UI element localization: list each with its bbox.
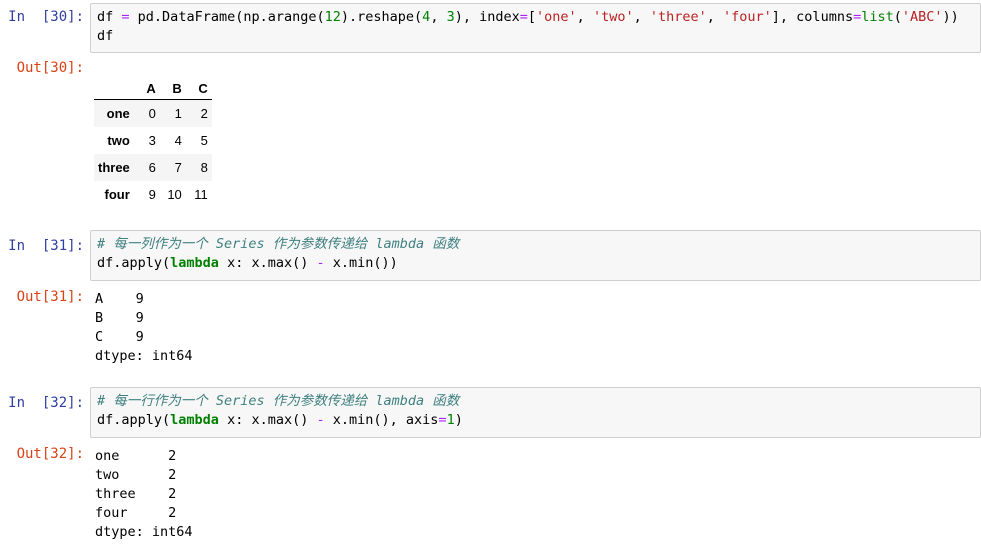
code-token: x: x.max() <box>218 255 317 271</box>
series-output-32: one 2 two 2 three 2 four 2 dtype: int64 <box>95 448 193 540</box>
table-cell: 8 <box>200 160 208 175</box>
table-row: two 3 4 5 <box>94 127 212 154</box>
table-row: four 9 10 11 <box>94 181 212 208</box>
code-line: df.apply(lambda x: x.max() - x.min(), ax… <box>97 411 974 430</box>
table-cell: 1 <box>174 106 182 121</box>
code-token: 12 <box>324 9 341 25</box>
code-token: ).reshape( <box>340 9 423 25</box>
code-token: , <box>576 9 593 25</box>
table-cell: 5 <box>200 133 208 148</box>
code-token: df <box>97 9 114 25</box>
code-token: , <box>706 9 724 25</box>
code-token: df.apply( <box>97 412 171 428</box>
code-token: 'one' <box>536 9 577 25</box>
code-token: 'four' <box>723 9 772 25</box>
code-token: [ <box>527 9 537 25</box>
table-cell: 11 <box>194 187 208 202</box>
index-header <box>94 77 134 100</box>
code-token: = <box>438 412 447 428</box>
code-token: ) <box>454 412 463 428</box>
series-output-31: A 9 B 9 C 9 dtype: int64 <box>95 291 193 364</box>
code-token: lambda <box>170 255 219 271</box>
code-comment-line: # 每一行作为一个 Series 作为参数传递给 lambda 函数 <box>97 393 460 409</box>
code-token: ), index <box>454 9 520 25</box>
code-token: )) <box>942 9 959 25</box>
code-token: 'ABC' <box>901 9 943 25</box>
code-token: 1 <box>446 412 455 428</box>
code-comment-line: # 每一列作为一个 Series 作为参数传递给 lambda 函数 <box>97 236 460 252</box>
code-token: - <box>316 255 325 271</box>
code-token: - <box>316 412 325 428</box>
code-input-cell-31[interactable]: # 每一列作为一个 Series 作为参数传递给 lambda 函数 df.ap… <box>90 230 981 281</box>
code-token: = <box>121 9 130 25</box>
code-line: df.apply(lambda x: x.max() - x.min()) <box>97 254 974 273</box>
code-token: = <box>853 9 862 25</box>
code-token: 'three' <box>649 9 707 25</box>
input-prompt-30: In [30]: <box>8 9 84 25</box>
output-prompt-30: Out[30]: <box>16 60 84 76</box>
table-row: one 0 1 2 <box>94 99 212 127</box>
output-prompt-32: Out[32]: <box>16 446 84 462</box>
code-token: = <box>519 9 528 25</box>
row-index: four <box>104 187 130 202</box>
row-index: two <box>107 133 130 148</box>
code-token: 'two' <box>592 9 634 25</box>
table-cell: 3 <box>148 133 156 148</box>
row-index: three <box>98 160 130 175</box>
table-cell: 7 <box>174 160 182 175</box>
code-token: list <box>861 9 894 25</box>
code-token: x: x.max() <box>218 412 317 428</box>
table-cell: 10 <box>167 187 182 202</box>
code-line: df = pd.DataFrame(np.arange(12).reshape(… <box>97 8 974 27</box>
table-cell: 9 <box>148 187 156 202</box>
column-header: A <box>133 77 160 100</box>
table-cell: 4 <box>174 133 182 148</box>
row-index: one <box>106 106 130 121</box>
code-token: , <box>633 9 650 25</box>
input-prompt-32: In [32]: <box>8 395 84 411</box>
column-header: C <box>185 77 212 100</box>
code-line: df <box>97 28 114 44</box>
output-prompt-31: Out[31]: <box>16 289 84 305</box>
column-header: B <box>159 77 186 100</box>
code-input-cell-30[interactable]: df = pd.DataFrame(np.arange(12).reshape(… <box>90 3 981 53</box>
table-cell: 2 <box>200 106 208 121</box>
code-token: x.min()) <box>324 255 398 271</box>
dataframe-output-table: A B C one 0 1 2 two 3 4 5 three 6 7 8 fo… <box>94 77 212 208</box>
input-prompt-31: In [31]: <box>8 238 84 254</box>
code-token: x.min(), axis <box>324 412 439 428</box>
code-token: lambda <box>170 412 219 428</box>
code-input-cell-32[interactable]: # 每一行作为一个 Series 作为参数传递给 lambda 函数 df.ap… <box>90 387 981 438</box>
table-cell: 6 <box>148 160 156 175</box>
table-cell: 0 <box>148 106 156 121</box>
code-token: df.apply( <box>97 255 171 271</box>
code-token: , <box>430 9 447 25</box>
code-token: pd.DataFrame(np.arange( <box>129 9 325 25</box>
code-token: ], columns <box>771 9 854 25</box>
table-header-row: A B C <box>94 77 212 100</box>
table-row: three 6 7 8 <box>94 154 212 181</box>
code-token: ( <box>893 9 902 25</box>
code-token: 3 <box>446 9 455 25</box>
